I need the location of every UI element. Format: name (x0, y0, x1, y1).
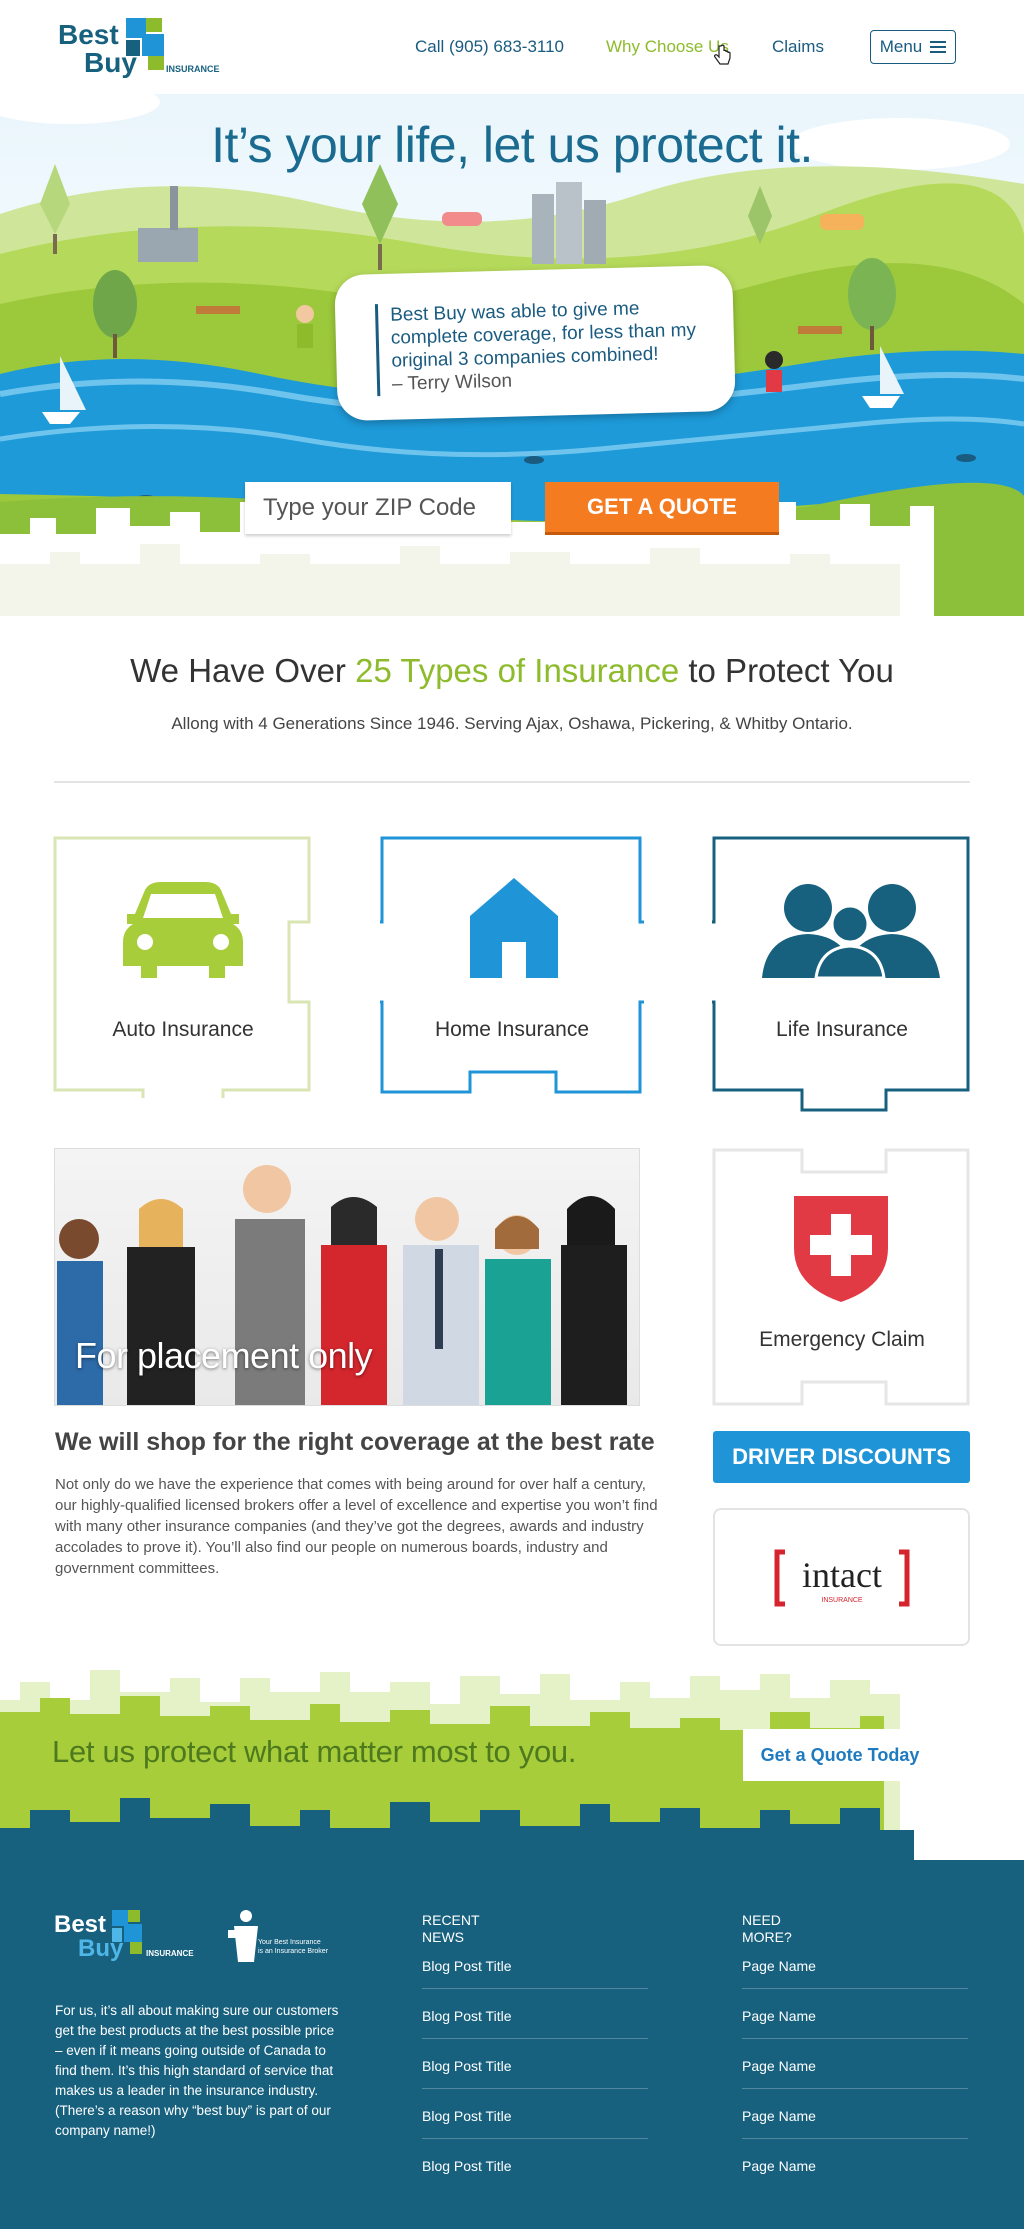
need-more-heading-line1: NEED (742, 1912, 781, 1928)
shop-body: Not only do we have the experience that … (55, 1476, 658, 1577)
page-link[interactable]: Page Name (742, 1958, 968, 1989)
news-link[interactable]: Blog Post Title (422, 2008, 648, 2039)
svg-text:INSURANCE: INSURANCE (821, 1597, 863, 1604)
recent-news-heading-line1: RECENT (422, 1912, 480, 1928)
svg-text:Buy: Buy (84, 47, 137, 78)
svg-text:INSURANCE: INSURANCE (146, 1949, 194, 1958)
intact-logo: intact INSURANCE (774, 1549, 910, 1607)
svg-text:Best: Best (58, 19, 119, 50)
menu-label: Menu (879, 37, 923, 56)
svg-text:intact: intact (802, 1555, 882, 1595)
testimonial-text: Best Buy was able to give me complete co… (389, 298, 697, 372)
heading-pre: We Have Over (130, 652, 356, 689)
insurance-types-subtitle: Allong with 4 Generations Since 1946. Se… (171, 714, 853, 733)
svg-text:Buy: Buy (78, 1935, 124, 1962)
recent-news-heading-line2: NEWS (422, 1929, 464, 1945)
zip-code-input[interactable] (245, 482, 511, 534)
best-buy-logo[interactable]: Best Buy INSURANCE (56, 16, 234, 84)
tile-life-label: Life Insurance (776, 1018, 908, 1041)
svg-text:Best: Best (54, 1911, 106, 1938)
nav-why-choose-us[interactable]: Why Choose Us (606, 37, 729, 57)
placement-only-label: For placement only (75, 1335, 373, 1376)
tile-home-insurance[interactable]: Home Insurance (380, 836, 644, 1098)
news-link[interactable]: Blog Post Title (422, 1958, 648, 1989)
shop-title: We will shop for the right coverage at t… (55, 1428, 655, 1456)
recent-news-heading: RECENT NEWS (422, 1912, 480, 1946)
news-link[interactable]: Blog Post Title (422, 2108, 648, 2139)
get-a-quote-button[interactable]: GET A QUOTE (545, 482, 779, 532)
team-photo: For placement only (54, 1148, 640, 1406)
tile-life-insurance[interactable]: Life Insurance (712, 836, 972, 1118)
get-a-quote-today-button[interactable]: Get a Quote Today (743, 1729, 937, 1781)
testimonial-bubble: Best Buy was able to give me complete co… (334, 264, 736, 422)
svg-text:is an Insurance Broker: is an Insurance Broker (258, 1948, 329, 1955)
hero-banner: It’s your life, let us protect it. Best … (0, 94, 1024, 616)
site-footer: Best Buy INSURANCE Your Best Insurance i… (0, 1860, 1024, 2229)
news-link[interactable]: Blog Post Title (422, 2158, 648, 2188)
car-icon (123, 882, 243, 978)
need-more-heading: NEED MORE? (742, 1912, 792, 1946)
page-link[interactable]: Page Name (742, 2008, 968, 2039)
page-link[interactable]: Page Name (742, 2108, 968, 2139)
hand-cursor-icon (714, 44, 731, 65)
nav-claims-link[interactable]: Claims (772, 37, 824, 57)
tile-emergency-claim[interactable]: Emergency Claim (712, 1148, 972, 1408)
menu-button[interactable]: Menu (870, 30, 956, 64)
house-icon (470, 878, 558, 978)
hamburger-icon (930, 41, 947, 53)
insurance-broker-badge: Your Best Insurance is an Insurance Brok… (228, 1910, 329, 1962)
heading-highlight[interactable]: 25 Types of Insurance (355, 652, 679, 689)
footer-best-buy-logo[interactable]: Best Buy INSURANCE (54, 1908, 204, 1966)
insurance-types-heading: We Have Over 25 Types of Insurance to Pr… (0, 652, 1024, 690)
page-link[interactable]: Page Name (742, 2058, 968, 2089)
hero-title: It’s your life, let us protect it. (211, 117, 813, 173)
tile-emergency-label: Emergency Claim (759, 1328, 925, 1351)
footer-about-text: For us, it’s all about making sure our c… (55, 2003, 339, 2138)
svg-text:Your Best Insurance: Your Best Insurance (258, 1939, 321, 1946)
svg-text:INSURANCE: INSURANCE (166, 64, 220, 74)
intact-partner-logo[interactable]: intact INSURANCE (713, 1508, 970, 1646)
testimonial-text-block: Best Buy was able to give me complete co… (374, 295, 718, 397)
section-divider (54, 781, 970, 783)
heading-post: to Protect You (679, 652, 894, 689)
news-link[interactable]: Blog Post Title (422, 2058, 648, 2089)
tile-home-label: Home Insurance (434, 1018, 590, 1041)
driver-discounts-button[interactable]: DRIVER DISCOUNTS (713, 1431, 970, 1483)
need-more-heading-line2: MORE? (742, 1929, 792, 1945)
nav-call-link[interactable]: Call (905) 683-3110 (415, 37, 564, 57)
page-link[interactable]: Page Name (742, 2158, 968, 2188)
site-header: Best Buy INSURANCE Call (905) 683-3110 W… (0, 0, 1024, 94)
cta-text: Let us protect what matter most to you. (52, 1734, 577, 1769)
swiss-cross-shield-icon (794, 1196, 888, 1302)
tile-auto-insurance[interactable]: Auto Insurance (53, 836, 313, 1098)
family-icon (762, 884, 940, 978)
tile-auto-label: Auto Insurance (112, 1018, 254, 1041)
